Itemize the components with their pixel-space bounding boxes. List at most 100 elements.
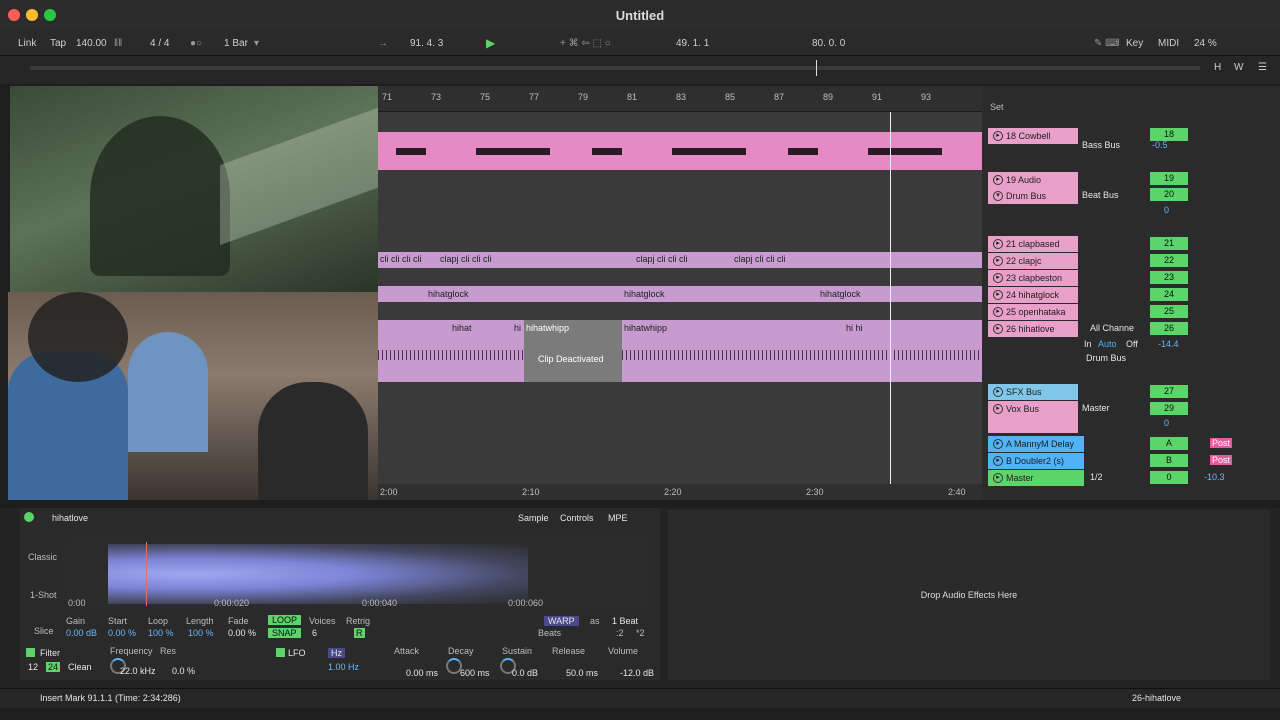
width-button[interactable]: W <box>1234 62 1243 73</box>
midi-map-button[interactable]: MIDI <box>1158 38 1179 49</box>
filter-toggle-icon[interactable] <box>26 648 35 657</box>
tab-mpe[interactable]: MPE <box>608 513 628 523</box>
track-number[interactable]: 26 <box>1150 322 1188 335</box>
track-header[interactable]: ▸ 19 Audio <box>988 172 1078 188</box>
track-header[interactable]: ▸ 25 openhataka <box>988 304 1078 320</box>
return-track-header[interactable]: ▸ A MannyM Delay <box>988 436 1084 452</box>
warp-beats-value[interactable]: 1 Beat <box>612 616 638 626</box>
lfo-toggle-icon[interactable] <box>276 648 285 657</box>
midi-clip-lane[interactable] <box>378 132 982 170</box>
fade-value[interactable]: 0.00 % <box>228 628 256 638</box>
track-number[interactable]: A <box>1150 437 1188 450</box>
post-button[interactable]: Post <box>1210 438 1233 448</box>
warp-toggle[interactable]: WARP <box>544 616 579 626</box>
output-routing[interactable]: 1/2 <box>1090 472 1103 482</box>
gain-value[interactable]: 0.00 dB <box>66 628 97 638</box>
track-number[interactable]: 23 <box>1150 271 1188 284</box>
overdub-icon[interactable]: + ⌘ ⇦ ⬚ ○ <box>560 38 611 49</box>
double-button[interactable]: *2 <box>636 628 645 638</box>
draw-mode-icon[interactable]: ✎ ⌨ <box>1094 38 1120 49</box>
time-ruler[interactable]: 2:00 2:10 2:20 2:30 2:40 <box>378 484 982 500</box>
tempo-field[interactable]: 140.00 <box>76 38 107 49</box>
track-header[interactable]: ▸ 23 clapbeston <box>988 270 1078 286</box>
arrangement-overview[interactable]: H W ☰ <box>0 56 1280 84</box>
sustain-value[interactable]: 0.0 dB <box>512 668 538 678</box>
monitor-off[interactable]: Off <box>1126 339 1138 349</box>
return-track-header[interactable]: ▸ B Doubler2 (s) <box>988 453 1084 469</box>
track-header[interactable]: ▸ 22 clapjc <box>988 253 1078 269</box>
device-power-icon[interactable] <box>24 512 34 522</box>
mode-slice[interactable]: Slice <box>34 626 54 636</box>
volume-value[interactable]: -12.0 dB <box>620 668 654 678</box>
release-value[interactable]: 50.0 ms <box>566 668 598 678</box>
track-header[interactable]: ▸ Vox Bus <box>988 401 1078 433</box>
attack-value[interactable]: 0.00 ms <box>406 668 438 678</box>
snap-toggle[interactable]: SNAP <box>268 628 301 638</box>
output-routing[interactable]: Drum Bus <box>1086 353 1126 363</box>
filter-slope-12[interactable]: 12 <box>28 662 38 672</box>
quantize-dropdown[interactable]: 1 Bar <box>224 38 248 49</box>
loop-value[interactable]: 100 % <box>148 628 174 638</box>
retrig-toggle[interactable]: R <box>354 628 365 638</box>
track-number[interactable]: B <box>1150 454 1188 467</box>
chevron-down-icon[interactable]: ▾ <box>254 38 259 49</box>
track-header[interactable]: ▸ SFX Bus <box>988 384 1078 400</box>
track-header[interactable]: ▸ 18 Cowbell <box>988 128 1078 144</box>
nudge-icon[interactable]: ‖‖ <box>114 38 122 49</box>
lfo-hz-toggle[interactable]: Hz <box>328 648 345 658</box>
menu-icon[interactable]: ☰ <box>1258 62 1267 73</box>
output-routing[interactable]: Master <box>1082 403 1110 413</box>
hide-button[interactable]: H <box>1214 62 1221 73</box>
clip-lane-hihatlove[interactable]: hihat hi hihatwhipp Clip Deactivated hih… <box>378 320 982 382</box>
track-number[interactable]: 27 <box>1150 385 1188 398</box>
song-position-field[interactable]: 91. 4. 3 <box>410 38 443 49</box>
track-volume[interactable]: 0 <box>1164 205 1169 215</box>
track-volume[interactable]: -0.5 <box>1152 140 1168 150</box>
length-value[interactable]: 100 % <box>188 628 214 638</box>
deactivated-clip[interactable]: hihatwhipp Clip Deactivated <box>524 320 622 382</box>
master-track-header[interactable]: ▸ Master <box>988 470 1084 486</box>
waveform-display[interactable] <box>66 538 652 610</box>
output-routing[interactable]: Bass Bus <box>1082 140 1120 150</box>
loop-length-field[interactable]: 80. 0. 0 <box>812 38 845 49</box>
resonance-value[interactable]: 0.0 % <box>172 666 195 676</box>
mode-classic[interactable]: Classic <box>28 552 57 562</box>
track-number[interactable]: 0 <box>1150 471 1188 484</box>
output-routing[interactable]: Beat Bus <box>1082 190 1119 200</box>
monitor-in[interactable]: In <box>1084 339 1092 349</box>
mode-one-shot[interactable]: 1-Shot <box>30 590 57 600</box>
play-icon[interactable]: ▶ <box>486 36 495 50</box>
track-header[interactable]: ▾ Drum Bus <box>988 188 1078 204</box>
monitor-auto[interactable]: Auto <box>1098 339 1117 349</box>
frequency-value[interactable]: 22.0 kHz <box>120 666 156 676</box>
tab-controls[interactable]: Controls <box>560 513 594 523</box>
time-signature-field[interactable]: 4 / 4 <box>150 38 169 49</box>
input-routing[interactable]: All Channe <box>1090 323 1134 333</box>
start-value[interactable]: 0.00 % <box>108 628 136 638</box>
decay-value[interactable]: 600 ms <box>460 668 490 678</box>
track-number[interactable]: 22 <box>1150 254 1188 267</box>
track-number[interactable]: 24 <box>1150 288 1188 301</box>
lfo-rate-value[interactable]: 1.00 Hz <box>328 662 359 672</box>
filter-slope-24[interactable]: 24 <box>46 662 61 672</box>
halve-button[interactable]: :2 <box>616 628 624 638</box>
track-number[interactable]: 21 <box>1150 237 1188 250</box>
track-number[interactable]: 29 <box>1150 402 1188 415</box>
tab-sample[interactable]: Sample <box>518 513 549 523</box>
key-map-button[interactable]: Key <box>1126 38 1143 49</box>
audio-effects-drop-zone[interactable]: Drop Audio Effects Here <box>668 510 1270 680</box>
track-header[interactable]: ▸ 21 clapbased <box>988 236 1078 252</box>
filter-circuit-dropdown[interactable]: Clean <box>68 662 92 672</box>
track-number[interactable]: 19 <box>1150 172 1188 185</box>
clip-lane-hihatglock[interactable]: hihatglock hihatglock hihatglock <box>378 286 982 302</box>
link-button[interactable]: Link <box>18 38 36 49</box>
track-number[interactable]: 20 <box>1150 188 1188 201</box>
loop-start-field[interactable]: 49. 1. 1 <box>676 38 709 49</box>
post-button[interactable]: Post <box>1210 455 1233 465</box>
track-number[interactable]: 25 <box>1150 305 1188 318</box>
clip-lane-clap[interactable]: cli cli cli cli clapj cli cli cli clapj … <box>378 252 982 268</box>
tap-tempo-button[interactable]: Tap <box>50 38 66 49</box>
arrangement-view[interactable]: 71 73 75 77 79 81 83 85 87 89 91 93 cli … <box>378 86 982 500</box>
master-volume[interactable]: -10.3 <box>1204 472 1225 482</box>
loop-toggle[interactable]: LOOP <box>268 615 302 625</box>
